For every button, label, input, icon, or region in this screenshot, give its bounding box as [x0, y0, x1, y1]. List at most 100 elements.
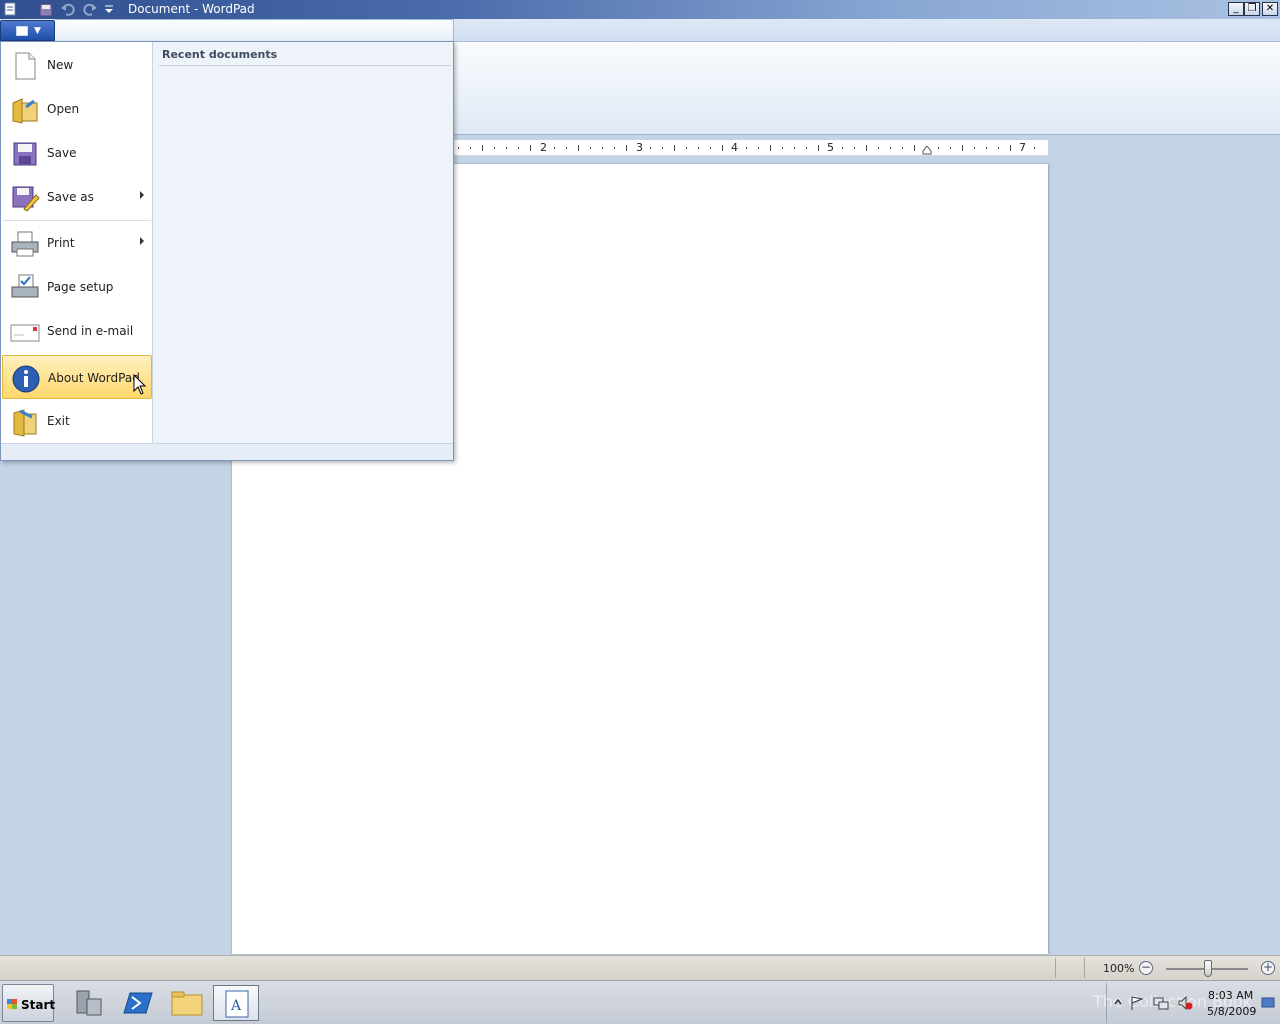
ruler-tick — [866, 145, 867, 151]
ruler-tick — [530, 145, 531, 151]
right-indent-marker-icon[interactable] — [922, 146, 932, 155]
menu-item-print[interactable]: Print — [2, 221, 152, 265]
svg-text:A: A — [230, 998, 242, 1014]
windows-flag-icon — [7, 999, 17, 1009]
menu-item-page-setup[interactable]: Page setup — [2, 265, 152, 309]
ruler-tick — [854, 147, 855, 149]
save-as-icon — [12, 186, 40, 212]
wordpad-app-icon — [3, 2, 19, 17]
ruler-tick — [950, 147, 951, 149]
customize-qat-icon[interactable] — [103, 2, 119, 17]
action-center-flag-icon[interactable] — [1129, 995, 1145, 1011]
powershell-icon[interactable] — [114, 985, 160, 1021]
submenu-arrow-icon — [140, 191, 144, 199]
menu-item-label: Open — [47, 102, 80, 116]
undo-icon[interactable] — [60, 2, 76, 17]
ruler-tick — [998, 147, 999, 149]
quick-save-icon[interactable] — [38, 2, 54, 17]
windows-explorer-icon[interactable] — [164, 985, 210, 1021]
server-manager-icon[interactable] — [65, 985, 111, 1021]
printer-icon — [11, 231, 39, 257]
menu-item-about-wordpad[interactable]: About WordPad — [2, 355, 152, 399]
ruler-tick — [578, 145, 579, 151]
menu-item-label: New — [47, 58, 74, 72]
recent-documents-title: Recent documents — [162, 48, 278, 61]
menu-item-open[interactable]: Open — [2, 87, 152, 131]
open-folder-icon — [12, 98, 38, 124]
restore-button[interactable]: ❐ — [1244, 2, 1260, 16]
menu-item-label: Print — [47, 236, 75, 250]
ruler-tick — [890, 147, 891, 149]
wordpad-taskbar-button[interactable]: A — [213, 985, 259, 1021]
zoom-in-button[interactable]: + — [1261, 961, 1275, 975]
zoom-level: 100% — [1103, 962, 1135, 975]
application-menu-button[interactable]: ▼ — [0, 20, 55, 41]
ruler-tick — [506, 147, 507, 149]
app-menu-footer — [1, 443, 453, 460]
submenu-arrow-icon — [140, 237, 144, 245]
menu-item-label: Exit — [47, 414, 70, 428]
ruler-tick — [590, 147, 591, 149]
ruler-tick — [1010, 145, 1011, 151]
ruler-number: 5 — [827, 141, 834, 154]
ruler-number: 4 — [731, 141, 738, 154]
menu-item-save-as[interactable]: Save as — [2, 175, 152, 219]
ruler-tick — [482, 145, 483, 151]
show-desktop-icon[interactable] — [1261, 997, 1275, 1009]
ruler-tick — [698, 147, 699, 149]
ruler-tick — [986, 147, 987, 149]
ruler-tick — [722, 145, 723, 151]
menu-item-label: About WordPad — [48, 371, 140, 385]
ruler-tick — [914, 145, 915, 151]
ruler-tick — [938, 147, 939, 149]
ruler-tick — [650, 147, 651, 149]
redo-icon[interactable] — [82, 2, 98, 17]
close-button[interactable]: ✕ — [1262, 2, 1278, 16]
ruler-tick — [770, 145, 771, 151]
taskbar: Start A The Collection Book 8:03 AM 5/8/… — [0, 980, 1280, 1024]
ruler-tick — [674, 145, 675, 151]
ruler-tick — [602, 147, 603, 149]
menu-item-save[interactable]: Save — [2, 131, 152, 175]
ruler-tick — [662, 147, 663, 149]
zoom-slider-thumb[interactable] — [1204, 960, 1212, 977]
menu-item-exit[interactable]: Exit — [2, 399, 152, 443]
zoom-out-button[interactable]: − — [1139, 961, 1153, 975]
menu-item-label: Page setup — [47, 280, 114, 294]
exit-icon — [13, 409, 37, 437]
new-document-icon — [15, 52, 36, 80]
menu-item-label: Send in e-mail — [47, 324, 134, 338]
ruler-number: 3 — [636, 141, 643, 154]
ruler-tick — [746, 147, 747, 149]
menu-item-send-email[interactable]: Send in e-mail — [2, 309, 152, 353]
ruler-tick — [710, 147, 711, 149]
chevron-down-icon: ▼ — [34, 26, 41, 36]
page-setup-icon — [11, 274, 39, 298]
ruler-tick — [566, 147, 567, 149]
ruler-number: 2 — [540, 141, 547, 154]
start-button[interactable]: Start — [2, 984, 55, 1022]
volume-muted-icon[interactable] — [1177, 995, 1193, 1011]
ruler-tick — [614, 147, 615, 149]
ruler-tick — [806, 147, 807, 149]
ruler-tick — [686, 147, 687, 149]
clock-time[interactable]: 8:03 AM — [1208, 989, 1253, 1002]
clock-date[interactable]: 5/8/2009 — [1207, 1005, 1256, 1018]
application-menu: New Open Save Save as Print Page setup S… — [0, 41, 454, 461]
ruler-tick — [878, 147, 879, 149]
info-icon — [12, 365, 40, 393]
ruler-tick — [554, 147, 555, 149]
status-bar: 100% − + — [0, 955, 1280, 980]
mouse-cursor-icon — [133, 374, 147, 395]
menu-item-new[interactable]: New — [2, 43, 152, 87]
show-hidden-icons-icon[interactable] — [1113, 997, 1123, 1007]
recent-documents-divider — [159, 65, 451, 66]
app-menu-commands: New Open Save Save as Print Page setup S… — [1, 42, 153, 443]
network-icon[interactable] — [1153, 995, 1169, 1011]
document-icon — [16, 26, 28, 36]
recent-documents-panel: Recent documents — [153, 42, 453, 443]
ruler-tick — [1034, 147, 1035, 149]
ruler-tick — [962, 145, 963, 151]
email-icon — [10, 324, 40, 342]
minimize-button[interactable]: _ — [1228, 2, 1244, 16]
